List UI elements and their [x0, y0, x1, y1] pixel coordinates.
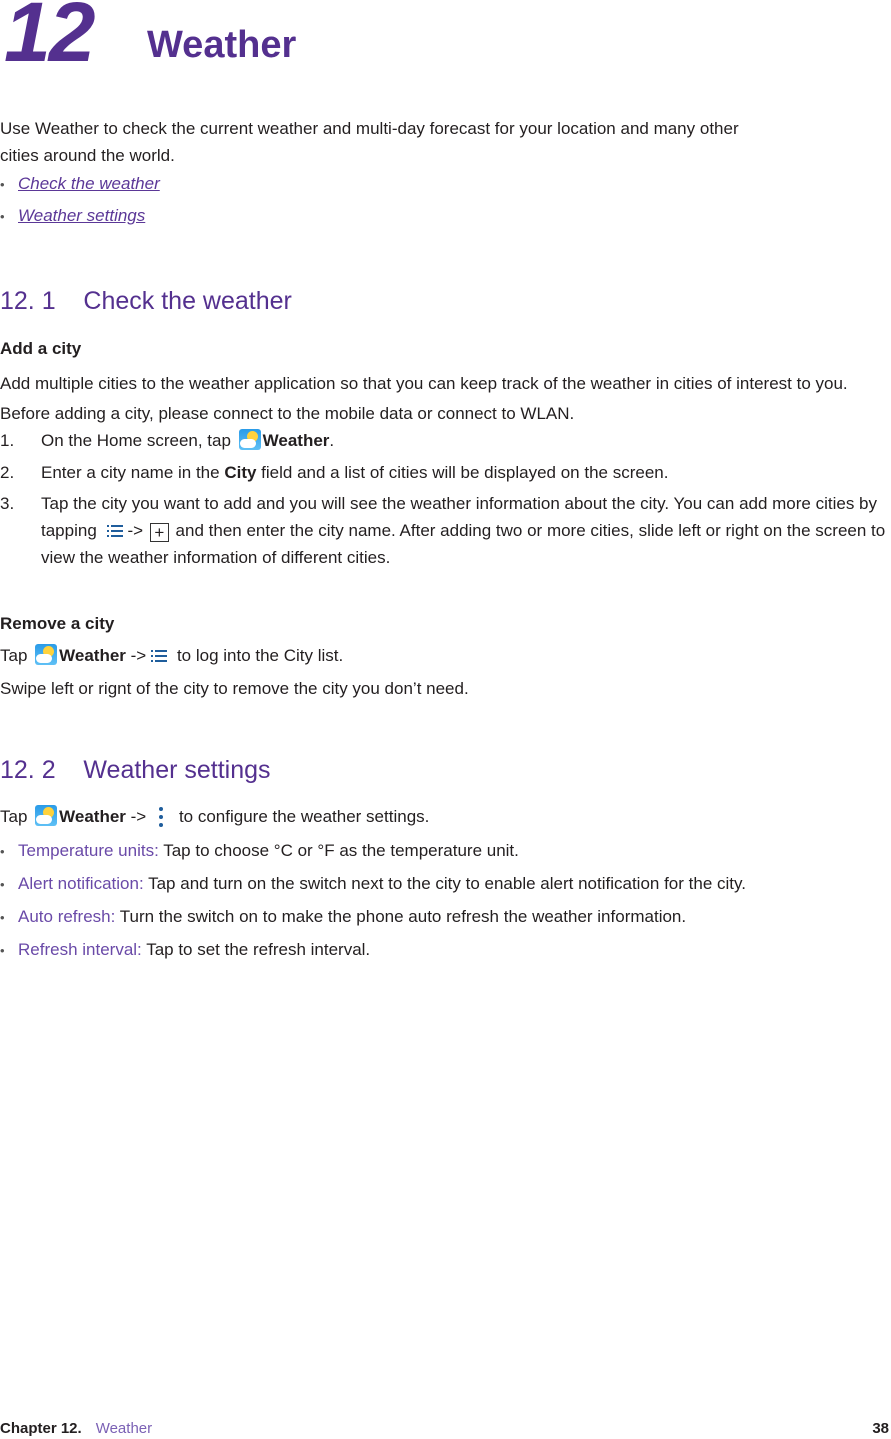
section-title: Check the weather — [83, 287, 292, 315]
settings-item-auto-refresh: • Auto refresh: Turn the switch on to mak… — [0, 906, 686, 929]
chapter-title: Weather — [147, 24, 297, 66]
text: Tap — [0, 646, 33, 665]
bullet-icon: • — [0, 177, 5, 192]
kebab-menu-icon — [158, 807, 164, 827]
step-number: 1. — [0, 431, 15, 450]
remove-city-line-1: Tap Weather -> to log into the City list… — [0, 641, 891, 671]
bullet-icon: • — [0, 877, 5, 892]
bullet-icon: • — [0, 943, 5, 958]
setting-term: Temperature units: — [18, 841, 159, 860]
setting-term: Auto refresh: — [18, 907, 116, 926]
step-text: On the Home screen, tap — [41, 431, 236, 450]
text: to log into the City list. — [172, 646, 344, 665]
step-text-end: field and a list of cities will be displ… — [256, 463, 669, 482]
setting-description: Tap to set the refresh interval. — [141, 940, 371, 959]
toc-link-weather-settings[interactable]: Weather settings — [18, 206, 145, 225]
chapter-number: 12 — [4, 0, 95, 79]
list-icon — [151, 650, 168, 662]
step-1: 1. On the Home screen, tap Weather. — [0, 427, 891, 454]
section-number: 12. 2 — [0, 756, 56, 784]
weather-app-icon — [35, 805, 58, 826]
sub-heading-remove-city: Remove a city — [0, 614, 115, 633]
field-name: City — [224, 463, 257, 482]
arrow: -> — [125, 807, 147, 826]
section-heading-weather-settings: 12. 2 Weather settings — [0, 758, 271, 783]
section-title: Weather settings — [83, 756, 271, 784]
bullet-icon: • — [0, 910, 5, 925]
setting-description: Tap and turn on the switch next to the c… — [143, 874, 746, 893]
setting-description: Turn the switch on to make the phone aut… — [115, 907, 687, 926]
step-3: 3. Tap the city you want to add and you … — [0, 490, 891, 571]
settings-item-refresh-interval: • Refresh interval: Tap to set the refres… — [0, 939, 370, 962]
arrow: -> — [125, 646, 147, 665]
settings-intro: Tap Weather -> to configure the weather … — [0, 802, 891, 832]
step-number: 3. — [0, 494, 15, 513]
arrow: -> — [127, 521, 144, 540]
section-number: 12. 1 — [0, 287, 56, 315]
setting-term: Alert notification: — [18, 874, 144, 893]
page-footer: Chapter 12. Weather 38 — [0, 1419, 891, 1439]
bullet-icon: • — [0, 844, 5, 859]
app-name: Weather — [59, 646, 126, 665]
bullet-icon: • — [0, 209, 5, 224]
plus-icon: + — [149, 523, 169, 542]
list-icon — [106, 525, 123, 537]
toc-link-check-weather[interactable]: Check the weather — [18, 174, 160, 193]
footer-chapter: Chapter 12. — [0, 1420, 82, 1437]
step-text-end: . — [329, 431, 335, 450]
page-number: 38 — [872, 1420, 889, 1437]
app-name: Weather — [262, 431, 330, 450]
setting-term: Refresh interval: — [18, 940, 142, 959]
settings-item-alert-notification: • Alert notification: Tap and turn on the… — [0, 873, 746, 896]
step-number: 2. — [0, 463, 15, 482]
toc-item: • Check the weather — [0, 173, 160, 196]
add-city-description: Add multiple cities to the weather appli… — [0, 374, 848, 423]
chapter-intro: Use Weather to check the current weather… — [0, 119, 739, 165]
setting-description: Tap to choose °C or °F as the temperatur… — [158, 841, 519, 860]
text: to configure the weather settings. — [174, 807, 430, 826]
remove-city-line-2: Swipe left or rignt of the city to remov… — [0, 679, 469, 698]
footer-chapter-name: Weather — [95, 1420, 153, 1437]
text: Tap — [0, 807, 33, 826]
sub-heading-add-city: Add a city — [0, 339, 82, 358]
weather-app-icon — [35, 644, 58, 665]
weather-app-icon — [238, 429, 261, 450]
toc-item: • Weather settings — [0, 205, 145, 228]
step-text: Enter a city name in the — [41, 463, 225, 482]
app-name: Weather — [59, 807, 126, 826]
step-2: 2. Enter a city name in the City field a… — [0, 459, 891, 486]
section-heading-check-weather: 12. 1 Check the weather — [0, 289, 292, 314]
settings-item-temperature-units: • Temperature units: Tap to choose °C or … — [0, 840, 519, 863]
